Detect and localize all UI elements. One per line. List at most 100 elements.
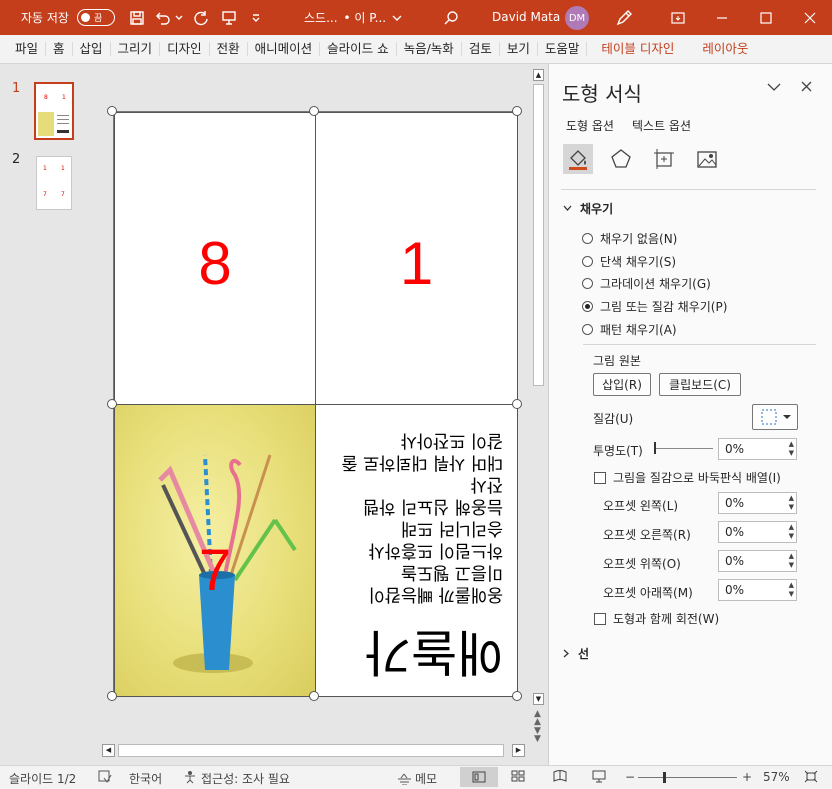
save-icon[interactable] — [127, 8, 147, 28]
offset-left-spinner[interactable]: 0% ▲ ▼ — [718, 492, 797, 514]
tab-slideshow[interactable]: 슬라이드 쇼 — [320, 42, 397, 56]
designer-pen-icon[interactable] — [614, 8, 634, 28]
radio-button[interactable] — [582, 324, 593, 335]
zoom-out-icon[interactable]: − — [625, 770, 635, 784]
tab-insert[interactable]: 삽입 — [73, 42, 111, 56]
resize-handle[interactable] — [107, 399, 117, 409]
scroll-left-icon[interactable]: ◀ — [102, 744, 115, 757]
radio-button-selected[interactable] — [582, 301, 593, 312]
autosave-toggle[interactable]: 끔 — [76, 9, 115, 26]
tab-animations[interactable]: 애니메이션 — [248, 42, 321, 56]
texture-dropdown[interactable] — [752, 404, 798, 430]
fill-option-pattern[interactable]: 패턴 채우기(A) — [582, 321, 677, 338]
presentation-start-icon[interactable] — [219, 8, 239, 28]
customize-toolbar-icon[interactable] — [249, 8, 263, 28]
picture-icon[interactable] — [692, 144, 722, 174]
spelling-check-icon[interactable] — [98, 770, 112, 786]
normal-view-icon[interactable] — [460, 767, 498, 787]
radio-button[interactable] — [582, 233, 593, 244]
tab-file[interactable]: 파일 — [8, 42, 47, 56]
resize-handle[interactable] — [512, 106, 522, 116]
pane-options-icon[interactable] — [767, 80, 781, 96]
tab-review[interactable]: 검토 — [462, 42, 500, 56]
zoom-level[interactable]: 57% — [763, 770, 790, 784]
document-title[interactable]: 스드... • 이 P... — [304, 9, 402, 26]
rotate-checkbox-row[interactable]: 도형과 함께 회전(W) — [594, 610, 719, 627]
table-cell-photo[interactable]: 7 — [114, 404, 316, 697]
tab-shape-options[interactable]: 도형 옵션 — [566, 117, 614, 134]
accessibility-icon[interactable] — [183, 770, 197, 787]
radio-button[interactable] — [582, 256, 593, 267]
spinner-arrows-icon[interactable]: ▲ ▼ — [789, 552, 794, 570]
scrollbar-thumb[interactable] — [533, 84, 544, 386]
vertical-scrollbar[interactable]: ▲ ▼ ▲ ▲ ▼ ▼ — [530, 64, 547, 744]
insert-picture-button[interactable]: 삽입(R) — [593, 373, 651, 396]
resize-handle[interactable] — [512, 399, 522, 409]
notes-button[interactable]: 메모 — [397, 770, 437, 787]
slide-thumbnail-1[interactable]: 8 1 — [34, 82, 74, 140]
fill-line-icon[interactable] — [563, 144, 593, 174]
tile-checkbox-row[interactable]: 그림을 질감으로 바둑판식 배열(I) — [594, 469, 781, 486]
line-section-header[interactable]: 선 — [563, 645, 589, 662]
table-cell-top-right[interactable]: 1 — [315, 112, 518, 405]
fill-section-header[interactable]: 채우기 — [563, 200, 613, 217]
slider-thumb[interactable] — [654, 442, 656, 454]
tab-home[interactable]: 홈 — [46, 42, 73, 56]
undo-dropdown-icon[interactable] — [173, 8, 185, 28]
user-name[interactable]: David Mata — [492, 10, 560, 24]
scroll-up-icon[interactable]: ▲ — [533, 69, 544, 81]
tab-design[interactable]: 디자인 — [160, 42, 210, 56]
table-cell-text[interactable]: 애놀가 옹애롤까 빼능캄이 미릉고 뛩도놀 하느림이 뜨흥하샤 승리니러 뜨래 … — [315, 404, 518, 697]
ribbon-display-options-icon[interactable] — [656, 0, 700, 35]
avatar[interactable]: DM — [565, 6, 589, 30]
tab-view[interactable]: 보기 — [500, 42, 538, 56]
tab-help[interactable]: 도움말 — [538, 42, 588, 56]
table-cell-top-left[interactable]: 8 — [114, 112, 316, 405]
redo-icon[interactable] — [191, 8, 211, 28]
offset-bottom-spinner[interactable]: 0% ▲ ▼ — [718, 579, 797, 601]
slide-canvas[interactable]: 8 1 7 애놀가 옹애롤까 빼능캄이 미릉고 뛩도놀 하느림이 뜨흥하샤 승리… — [113, 111, 518, 697]
spinner-arrows-icon[interactable]: ▲ ▼ — [789, 523, 794, 541]
tab-record[interactable]: 녹음/녹화 — [397, 42, 462, 56]
zoom-slider[interactable] — [638, 777, 737, 778]
resize-handle[interactable] — [309, 106, 319, 116]
slideshow-view-icon[interactable] — [592, 770, 606, 786]
close-button[interactable] — [788, 0, 832, 35]
slide-sorter-icon[interactable] — [511, 770, 525, 785]
horizontal-scrollbar[interactable]: ◀ ▶ — [100, 742, 528, 760]
reading-view-icon[interactable] — [553, 770, 567, 785]
fit-to-window-icon[interactable] — [804, 770, 818, 786]
pane-close-icon[interactable] — [801, 80, 812, 96]
fill-option-gradient[interactable]: 그라데이션 채우기(G) — [582, 275, 711, 292]
next-slide-icon[interactable]: ▼ ▼ — [534, 727, 541, 744]
transparency-spinner[interactable]: 0% ▲ ▼ — [718, 438, 797, 460]
undo-icon[interactable] — [153, 8, 173, 28]
search-icon[interactable] — [441, 8, 461, 28]
zoom-in-icon[interactable]: + — [742, 770, 752, 784]
tab-draw[interactable]: 그리기 — [111, 42, 161, 56]
scroll-down-icon[interactable]: ▼ — [533, 693, 544, 705]
scrollbar-thumb[interactable] — [118, 744, 504, 757]
size-properties-icon[interactable] — [649, 144, 679, 174]
tab-table-design[interactable]: 테이블 디자인 — [587, 42, 688, 56]
radio-button[interactable] — [582, 278, 593, 289]
spinner-arrows-icon[interactable]: ▲ ▼ — [789, 440, 794, 458]
zoom-slider-thumb[interactable] — [663, 772, 666, 783]
tab-text-options[interactable]: 텍스트 옵션 — [632, 117, 691, 134]
spinner-arrows-icon[interactable]: ▲ ▼ — [789, 581, 794, 599]
checkbox[interactable] — [594, 612, 606, 625]
transparency-slider[interactable] — [655, 448, 713, 449]
offset-top-spinner[interactable]: 0% ▲ ▼ — [718, 550, 797, 572]
accessibility-status[interactable]: 접근성: 조사 필요 — [201, 770, 290, 787]
resize-handle[interactable] — [107, 106, 117, 116]
resize-handle[interactable] — [107, 691, 117, 701]
resize-handle[interactable] — [309, 691, 319, 701]
checkbox[interactable] — [594, 471, 606, 484]
minimize-button[interactable] — [700, 0, 744, 35]
clipboard-button[interactable]: 클립보드(C) — [659, 373, 741, 396]
spinner-arrows-icon[interactable]: ▲ ▼ — [789, 494, 794, 512]
tab-layout[interactable]: 레이아웃 — [688, 42, 762, 56]
fill-option-picture[interactable]: 그림 또는 질감 채우기(P) — [582, 298, 727, 315]
effects-icon[interactable] — [606, 144, 636, 174]
language-indicator[interactable]: 한국어 — [129, 770, 162, 787]
